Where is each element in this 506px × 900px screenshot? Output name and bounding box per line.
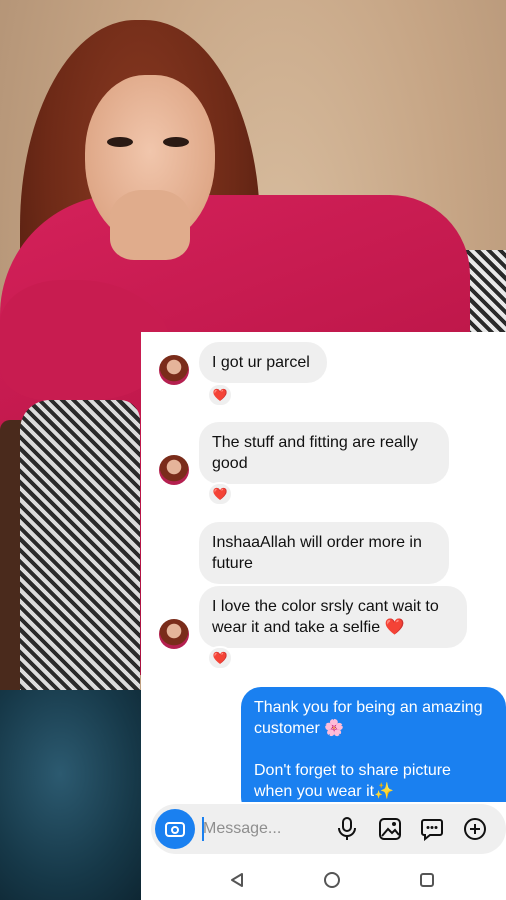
gallery-icon[interactable]	[378, 817, 402, 841]
message-input[interactable]	[203, 817, 323, 841]
message-bubble[interactable]: InshaaAllah will order more in future	[199, 522, 449, 584]
sticker-icon[interactable]	[420, 817, 444, 841]
home-icon[interactable]	[322, 870, 342, 890]
message-bubble[interactable]: The stuff and fitting are really good	[199, 422, 449, 484]
microphone-icon[interactable]	[335, 817, 359, 841]
message-text: The stuff and fitting are really good	[212, 434, 419, 472]
heart-reaction[interactable]: ❤️	[207, 482, 233, 506]
photo-velvet-stool	[0, 690, 150, 900]
back-icon[interactable]	[227, 870, 247, 890]
message-text: I love the color srsly cant wait to wear…	[212, 598, 439, 636]
camera-icon	[165, 821, 185, 837]
photo-chair-seat	[20, 400, 140, 700]
add-icon[interactable]	[463, 817, 487, 841]
message-composer	[151, 804, 506, 854]
avatar[interactable]	[159, 355, 189, 385]
avatar[interactable]	[159, 455, 189, 485]
camera-button[interactable]	[155, 809, 195, 849]
heart-icon: ❤️	[212, 388, 228, 402]
photo-eye-left	[107, 137, 133, 147]
message-text: Thank you for being an amazing customer …	[254, 699, 483, 800]
heart-reaction[interactable]: ❤️	[207, 383, 233, 407]
message-bubble[interactable]: I got ur parcel	[199, 342, 327, 383]
heart-icon: ❤️	[212, 487, 228, 501]
photo-hand	[110, 190, 190, 260]
chat-panel: I got ur parcel ❤️ The stuff and fitting…	[141, 332, 506, 900]
message-bubble[interactable]: I love the color srsly cant wait to wear…	[199, 586, 467, 648]
heart-reaction[interactable]: ❤️	[207, 646, 233, 670]
sent-message-bubble[interactable]: Thank you for being an amazing customer …	[241, 687, 506, 802]
message-text: InshaaAllah will order more in future	[212, 534, 422, 572]
message-text: I got ur parcel	[212, 354, 310, 371]
heart-icon: ❤️	[212, 651, 228, 665]
recents-icon[interactable]	[417, 870, 437, 890]
system-navigation-bar	[141, 860, 506, 900]
avatar[interactable]	[159, 619, 189, 649]
photo-eye-right	[163, 137, 189, 147]
message-list[interactable]: I got ur parcel ❤️ The stuff and fitting…	[141, 332, 506, 802]
